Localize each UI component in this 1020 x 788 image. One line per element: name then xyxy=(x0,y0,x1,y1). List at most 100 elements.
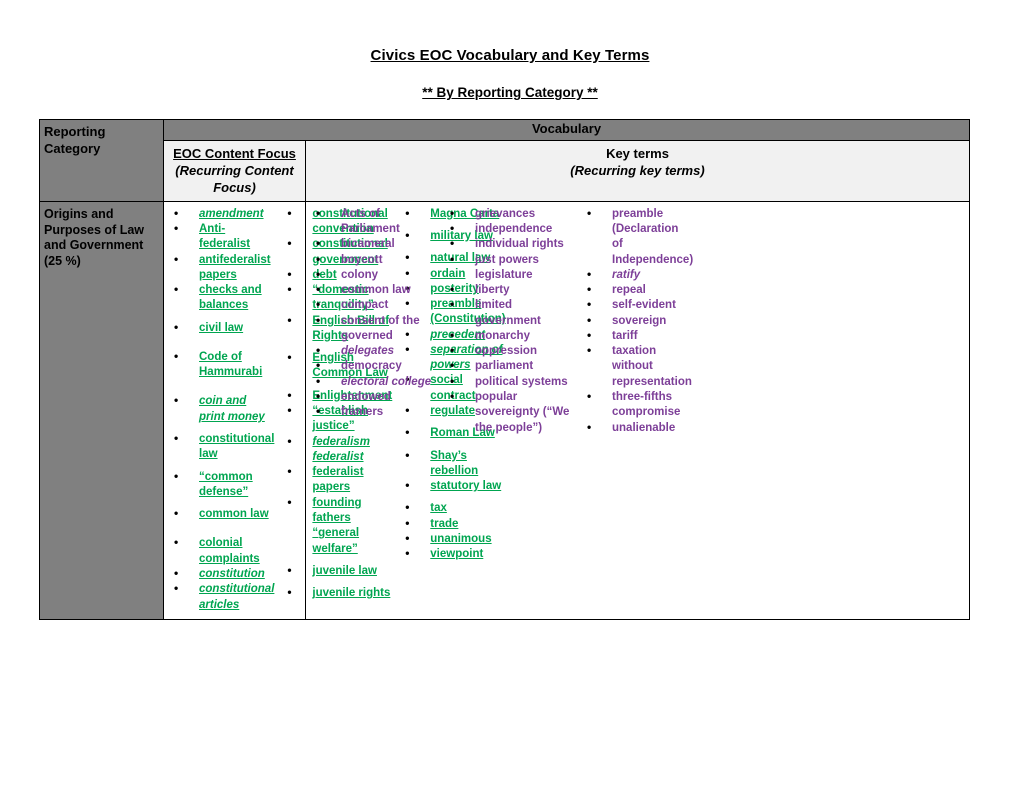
header-key-terms-label: Key terms xyxy=(606,146,669,161)
term-text: independence xyxy=(475,222,553,235)
list-item: taxation without representation xyxy=(579,343,692,390)
header-key-terms: Key terms (Recurring key terms) xyxy=(305,140,970,202)
term-text: compact xyxy=(341,299,389,312)
list-item: founding fathers “general welfare” xyxy=(279,495,392,557)
list-item: constitution xyxy=(166,566,274,582)
term-text: Code of Hammurabi xyxy=(199,350,263,379)
list-item: boycott xyxy=(308,251,437,268)
list-item: just powers legislature xyxy=(442,252,574,284)
list-item: trade xyxy=(397,516,505,532)
list-item: limited government xyxy=(442,297,574,329)
list-item: self-evident xyxy=(579,297,686,313)
list-item: consent of the governed xyxy=(308,313,437,345)
list-item: Acts of Parliament xyxy=(308,206,437,238)
header-eoc-content-focus-sublabel: (Recurring Content Focus) xyxy=(175,162,294,195)
list-item: framers xyxy=(308,404,437,420)
list-item: political systems xyxy=(442,374,574,390)
page-title: Civics EOC Vocabulary and Key Terms xyxy=(370,47,650,64)
term-text: juvenile law xyxy=(312,564,377,577)
list-item: three-fifths compromise xyxy=(579,389,686,421)
key-term-list-3: preamble (Declaration of Independence) ra… xyxy=(579,206,693,436)
list-item: liberty xyxy=(442,282,574,298)
list-item: tax xyxy=(397,500,505,516)
term-text: self-evident xyxy=(612,299,676,312)
term-text: federalism federalist xyxy=(312,435,370,463)
term-text: taxation without representation xyxy=(612,345,692,388)
header-eoc-content-focus: EOC Content Focus (Recurring Content Foc… xyxy=(163,140,306,202)
term-text: unalienable xyxy=(612,421,676,434)
list-item: constitutional law xyxy=(166,431,275,463)
header-eoc-content-focus-label: EOC Content Focus xyxy=(173,146,296,161)
list-item: delegates xyxy=(308,343,437,359)
term-text: statutory law xyxy=(430,480,502,493)
term-text: liberty xyxy=(475,284,510,297)
term-text: three-fifths compromise xyxy=(612,391,681,419)
term-text: endowed xyxy=(341,391,391,404)
key-terms-column-3: preamble (Declaration of Independence) ra… xyxy=(577,202,693,442)
term-text: trade xyxy=(430,517,459,530)
list-item: popular sovereignty (“We the people”) xyxy=(442,389,574,436)
list-item: ratify xyxy=(579,267,686,283)
term-text: common law xyxy=(199,508,269,521)
table-header-band-row: Reporting Category Vocabulary xyxy=(39,119,970,202)
term-text: electoral college xyxy=(341,375,432,388)
key-terms-column-2: grievances independence individual rights j… xyxy=(440,202,577,442)
list-item: civil law xyxy=(166,320,274,336)
term-text: “common defense” xyxy=(199,470,253,498)
key-term-list-2: grievances independence individual rights j… xyxy=(442,206,574,436)
term-text: just powers legislature xyxy=(475,253,539,281)
list-item: common law xyxy=(308,282,437,298)
list-item: endowed xyxy=(308,389,437,405)
eoc-column-1: amendment Anti-federalistantifederalist p… xyxy=(164,202,277,619)
list-item: amendment xyxy=(166,206,274,222)
header-key-terms-sublabel: (Recurring key terms) xyxy=(570,162,705,178)
term-text: bicameral xyxy=(341,238,395,251)
term-text: founding fathers “general welfare” xyxy=(312,496,362,555)
term-text: tax xyxy=(430,502,447,515)
term-text: juvenile rights xyxy=(312,587,391,600)
vocabulary-table-wrap: Reporting Category Vocabulary EOC Conten… xyxy=(39,119,970,620)
list-item: viewpoint xyxy=(397,546,505,562)
term-text: Shay’s rebellion xyxy=(430,449,479,477)
term-text: oppression xyxy=(475,345,537,358)
term-text: grievances xyxy=(475,207,536,220)
key-term-list-1: Acts of Parliament bicameral boycott colony… xyxy=(308,206,437,421)
term-text: popular sovereignty (“We the people”) xyxy=(475,391,570,434)
term-text: amendment xyxy=(199,207,264,220)
term-text: framers xyxy=(341,406,384,419)
list-item: grievances xyxy=(442,206,574,222)
list-item: democracy xyxy=(308,358,437,374)
list-item: Code of Hammurabi xyxy=(166,349,274,381)
list-item: compact xyxy=(308,297,437,313)
term-text: preamble (Declaration of Independence) xyxy=(612,207,694,266)
term-text: consent of the governed xyxy=(341,314,420,342)
term-text: checks and balances xyxy=(199,284,262,312)
list-item: individual rights xyxy=(442,236,574,252)
term-text: parliament xyxy=(475,360,534,373)
term-text: common law xyxy=(341,284,411,297)
list-item: common law xyxy=(166,506,274,522)
term-text: Acts of Parliament xyxy=(341,207,400,235)
term-text: political systems xyxy=(475,375,568,388)
list-item: federalism federalist xyxy=(279,434,392,466)
list-item: monarchy xyxy=(442,328,574,344)
list-item: coin and print money xyxy=(166,393,274,425)
list-item: sovereign xyxy=(579,313,686,329)
term-text: boycott xyxy=(341,253,383,266)
term-text: Anti-federalist xyxy=(199,222,251,251)
term-text: constitutional law xyxy=(199,433,275,461)
page-subtitle: ** By Reporting Category ** xyxy=(422,85,598,100)
header-reporting-category: Reporting Category xyxy=(39,119,164,202)
list-item: “common defense” xyxy=(166,469,274,501)
list-item: colonial complaints xyxy=(166,535,274,567)
term-text: sovereign xyxy=(612,314,667,327)
term-text: colony xyxy=(341,268,379,281)
list-item: electoral college xyxy=(308,374,437,390)
term-text: repeal xyxy=(612,284,646,297)
term-text: democracy xyxy=(341,360,402,373)
list-item: federalist papers xyxy=(279,464,392,496)
list-item: checks and balances xyxy=(166,282,274,314)
term-text: viewpoint xyxy=(430,548,484,561)
header-vocabulary-band: Vocabulary xyxy=(163,119,970,141)
term-text: unanimous xyxy=(430,533,492,546)
